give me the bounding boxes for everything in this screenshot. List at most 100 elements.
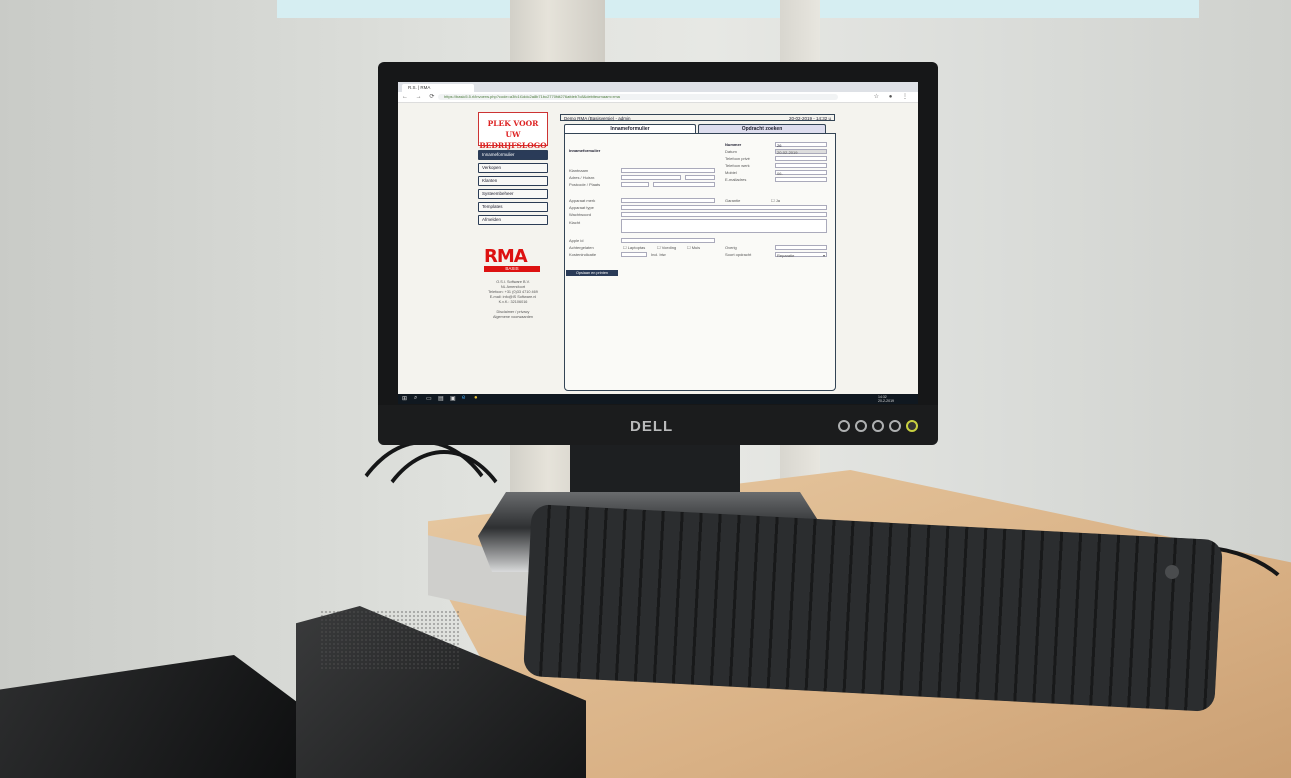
monitor-button[interactable] bbox=[889, 420, 901, 432]
label-klacht: Klacht bbox=[569, 220, 581, 225]
label-nummer: Nummer bbox=[725, 142, 742, 147]
option-label: Muis bbox=[691, 245, 701, 250]
option-laptoptas[interactable]: ☐ Laptoptas bbox=[623, 245, 645, 250]
label-telefoon-werk: Telefoon werk bbox=[725, 163, 750, 168]
rma-logo: RMA bbox=[484, 246, 528, 267]
label-soort-opdracht: Soort opdracht bbox=[725, 252, 752, 257]
company-info: O.S.I. Software B.V. NL Amersfoort Telef… bbox=[478, 280, 548, 320]
monitor-button[interactable] bbox=[872, 420, 884, 432]
nav-icons[interactable]: ← → ⟳ bbox=[402, 93, 437, 100]
klantnaam-input[interactable] bbox=[621, 168, 715, 173]
email-input[interactable] bbox=[775, 177, 827, 182]
power-button[interactable] bbox=[906, 420, 918, 432]
merk-input[interactable] bbox=[621, 198, 715, 203]
label-postcode: Postcode / Plaats bbox=[569, 182, 601, 187]
task-view-icon[interactable]: ▭ bbox=[426, 395, 432, 402]
search-icon[interactable]: ⌕ bbox=[414, 395, 417, 402]
telefoon-werk-input[interactable] bbox=[775, 163, 827, 168]
header-user: Demo RMA (Basisversie) - admin bbox=[564, 116, 631, 121]
folder-icon[interactable]: ▤ bbox=[438, 395, 444, 402]
option-label: Laptoptas bbox=[627, 245, 646, 250]
label-email: E-mailadres bbox=[725, 177, 747, 182]
windows-taskbar: ⊞ ⌕ ▭ ▤ ▣ e ● 14:32 20-2-2019 bbox=[398, 394, 918, 404]
photo-scene: DELL R.S. | RMA ← → ⟳ https://basic5.5.r… bbox=[0, 0, 1291, 778]
soort-opdracht-value: Reparatie bbox=[777, 253, 795, 258]
tab-innameformulier[interactable]: Innameformulier bbox=[564, 124, 696, 133]
form-tabs: Innameformulier Opdracht zoeken bbox=[564, 124, 834, 133]
huisnr-input[interactable] bbox=[685, 175, 715, 180]
option-muis[interactable]: ☐ Muis bbox=[687, 245, 700, 250]
sidebar-item-systeembeheer[interactable]: Systeembeheer bbox=[478, 189, 548, 199]
chevron-down-icon: ▾ bbox=[822, 253, 825, 258]
tab-opdracht-zoeken[interactable]: Opdracht zoeken bbox=[698, 124, 826, 133]
browser-tab[interactable]: R.S. | RMA bbox=[402, 84, 474, 92]
sidebar-item-verkopen[interactable]: Verkopen bbox=[478, 163, 548, 173]
monitor-button[interactable] bbox=[838, 420, 850, 432]
case-vent bbox=[320, 610, 460, 670]
label-kostenindicatie: Kostenindicatie bbox=[569, 252, 597, 257]
wachtwoord-input[interactable] bbox=[621, 212, 827, 217]
klacht-textarea[interactable] bbox=[621, 219, 827, 233]
mobiel-input[interactable]: 06- bbox=[775, 170, 827, 176]
monitor-buttons bbox=[838, 420, 918, 432]
chrome-icon[interactable]: ● bbox=[474, 395, 478, 401]
postcode-input[interactable] bbox=[621, 182, 649, 187]
kosten-suffix: Incl. btw bbox=[651, 252, 666, 257]
kosten-input[interactable] bbox=[621, 252, 647, 257]
type-input[interactable] bbox=[621, 205, 827, 210]
nummer-value: 26 bbox=[777, 143, 782, 148]
logo-line-1: PLEK VOOR UW bbox=[487, 119, 539, 139]
sidebar-item-afmelden[interactable]: Afmelden bbox=[478, 215, 548, 225]
sidebar-menu: Innameformulier Verkopen Klanten Systeem… bbox=[478, 150, 548, 228]
sidebar-item-templates[interactable]: Templates bbox=[478, 202, 548, 212]
computer-case-left bbox=[0, 655, 300, 778]
label-overig: Overig bbox=[725, 245, 737, 250]
label-apparaat-merk: Apparaat merk bbox=[569, 198, 596, 203]
sidebar-item-innameformulier[interactable]: Innameformulier bbox=[478, 150, 548, 160]
form-title: Innameformulier bbox=[569, 148, 601, 153]
datum-value: 20-02-2019 bbox=[777, 150, 798, 155]
soort-opdracht-select[interactable]: Reparatie ▾ bbox=[775, 252, 827, 258]
label-apple-id: Apple id bbox=[569, 238, 584, 243]
apple-id-input[interactable] bbox=[621, 238, 715, 243]
nummer-field[interactable]: 26 bbox=[775, 142, 827, 148]
garantie-checkbox[interactable]: ☐ Ja bbox=[771, 198, 780, 203]
clock-date: 20-2-2019 bbox=[878, 399, 894, 403]
telefoon-prive-input[interactable] bbox=[775, 156, 827, 161]
datum-field: 20-02-2019 bbox=[775, 149, 827, 155]
address-bar[interactable]: https://basic5.5.rl/invoerw.php?code=a3f… bbox=[438, 94, 838, 100]
option-voeding[interactable]: ☐ Voeding bbox=[657, 245, 676, 250]
sidebar-item-klanten[interactable]: Klanten bbox=[478, 176, 548, 186]
label-apparaat-type: Apparaat type bbox=[569, 205, 594, 210]
label-klantnaam: Klantnaam bbox=[569, 168, 589, 173]
label-telefoon-prive: Telefoon privé bbox=[725, 156, 750, 161]
windows-start-icon[interactable]: ⊞ bbox=[402, 395, 407, 402]
keyboard-logo bbox=[1165, 565, 1179, 579]
toolbar-icons[interactable]: ☆ ● ⋮ bbox=[874, 93, 912, 100]
mobiel-value: 06- bbox=[777, 171, 783, 176]
label-datum: Datum bbox=[725, 149, 737, 154]
monitor-button[interactable] bbox=[855, 420, 867, 432]
taskbar-clock[interactable]: 14:32 20-2-2019 bbox=[878, 395, 894, 403]
top-band bbox=[277, 0, 1199, 18]
label-achtergelaten: Achtergelaten bbox=[569, 245, 594, 250]
plaats-input[interactable] bbox=[653, 182, 715, 187]
label-mobiel: Mobiel bbox=[725, 170, 737, 175]
adres-input[interactable] bbox=[621, 175, 681, 180]
rma-basis-label: BASIS bbox=[484, 266, 540, 272]
company-logo-placeholder: PLEK VOOR UW BEDRIJFSLOGO bbox=[478, 112, 548, 150]
terms-link[interactable]: Algemene voorwaarden bbox=[478, 315, 548, 320]
garantie-label: Ja bbox=[775, 198, 780, 203]
label-garantie: Garantie bbox=[725, 198, 741, 203]
keyboard bbox=[522, 504, 1224, 712]
store-icon[interactable]: ▣ bbox=[450, 395, 456, 402]
overig-input[interactable] bbox=[775, 245, 827, 250]
label-wachtwoord: Wachtwoord bbox=[569, 212, 592, 217]
save-print-button[interactable]: Opslaan en printen bbox=[566, 270, 618, 276]
header-datetime: 20-02-2019 - 14:32 u bbox=[788, 116, 831, 121]
browser-toolbar: ← → ⟳ https://basic5.5.rl/invoerw.php?co… bbox=[398, 92, 918, 103]
edge-icon[interactable]: e bbox=[462, 395, 465, 401]
label-adres: Adres / Huisnr. bbox=[569, 175, 596, 180]
dell-logo: DELL bbox=[630, 418, 674, 435]
option-label: Voeding bbox=[661, 245, 677, 250]
